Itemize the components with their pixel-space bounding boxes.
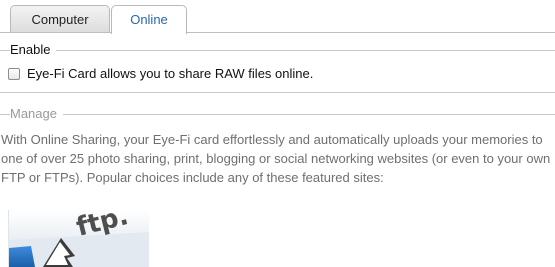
enable-rule [0,50,555,51]
section-divider [0,92,555,93]
featured-site-ftp[interactable]: ftp. [8,210,149,267]
ftp-logo-icon: ftp. [9,210,149,267]
manage-rule [0,114,555,115]
tab-computer[interactable]: Computer [10,5,110,33]
raw-sharing-checkbox[interactable] [8,68,20,80]
enable-section-header: Enable [0,42,555,58]
manage-heading: Manage [10,106,63,122]
manage-section-header: Manage [0,106,555,122]
tab-online[interactable]: Online [111,5,187,34]
enable-option[interactable]: Eye-Fi Card allows you to share RAW file… [8,66,313,82]
enable-heading: Enable [10,42,57,58]
online-sharing-description: With Online Sharing, your Eye-Fi card ef… [1,132,551,185]
tab-bar: Computer Online [0,0,555,34]
raw-sharing-label: Eye-Fi Card allows you to share RAW file… [27,66,314,81]
